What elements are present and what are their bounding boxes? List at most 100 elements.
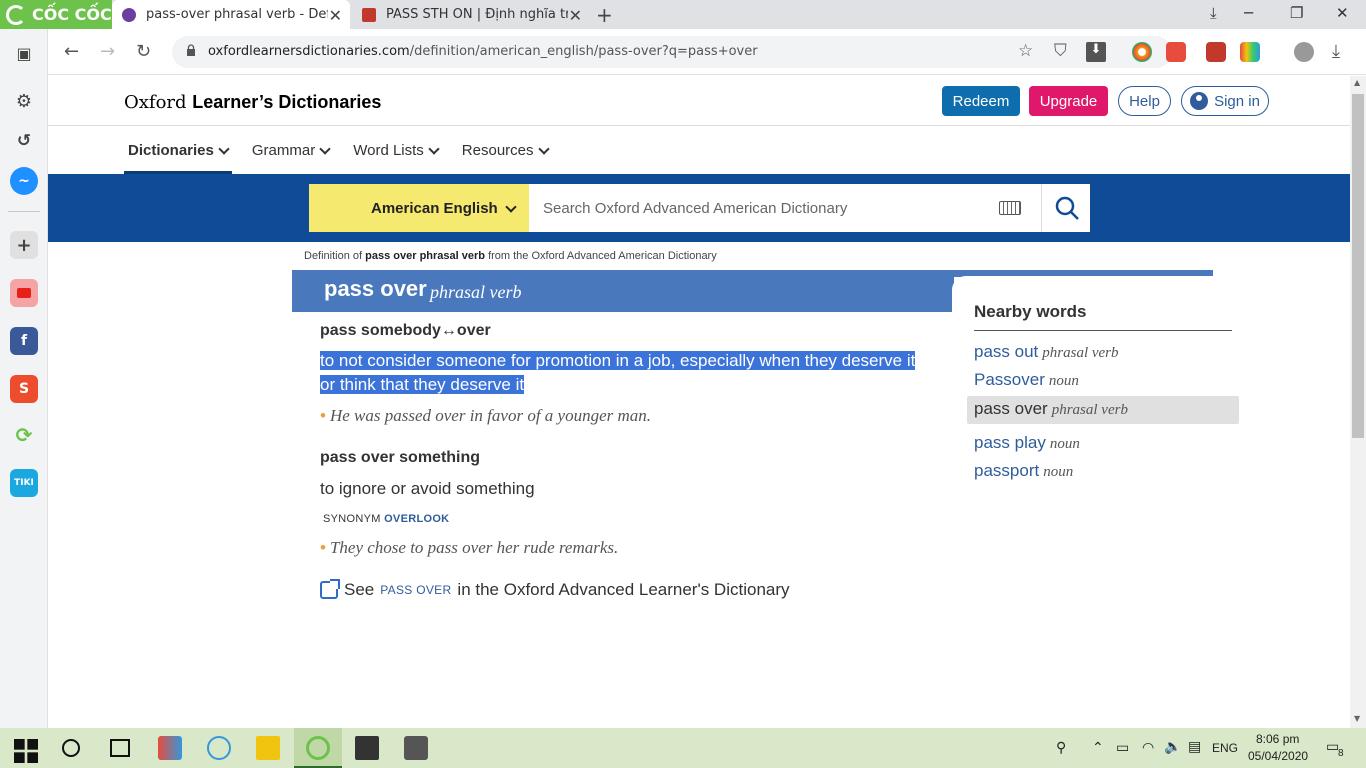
tiki-icon[interactable]: TIKI (10, 469, 38, 497)
download-icon[interactable]: ⤓ (1332, 41, 1340, 62)
scrollbar-thumb[interactable] (1352, 94, 1364, 438)
shield-icon[interactable]: ⛉ (1054, 41, 1067, 61)
example-text: He was passed over in favor of a younger… (329, 406, 652, 425)
url-path: /definition/american_english/pass-over?q… (409, 44, 758, 59)
see-prefix: See (344, 580, 375, 599)
search-circle-icon[interactable] (62, 739, 80, 757)
coccoc-taskbar-icon[interactable] (306, 736, 330, 760)
keyboard-icon[interactable] (999, 201, 1021, 215)
close-window-button[interactable]: ✕ (1336, 4, 1349, 22)
back-arrow-icon[interactable]: ← (64, 41, 79, 62)
keyboard-tray-icon[interactable]: ▤ (1188, 738, 1201, 755)
see-also-link[interactable]: pass over (380, 583, 451, 597)
address-bar-row: ← → ↻ oxfordlearnersdictionaries.com/def… (48, 29, 1366, 75)
history-icon[interactable]: ↺ (10, 127, 38, 155)
search-input[interactable] (529, 184, 969, 232)
minimize-button[interactable]: ─ (1244, 4, 1253, 22)
scroll-up-icon[interactable]: ▲ (1354, 78, 1360, 87)
add-app-icon[interactable]: + (10, 231, 38, 259)
external-link-icon (320, 579, 340, 599)
synonym-link[interactable]: OVERLOOK (384, 513, 449, 525)
cambridge-favicon-icon (362, 7, 376, 22)
nearby-item[interactable]: passport noun (974, 461, 1073, 481)
nav-word-lists[interactable]: Word Lists (349, 136, 442, 174)
sense-1-example: • He was passed over in favor of a younge… (320, 406, 651, 426)
people-icon[interactable]: ⚲ (1056, 739, 1066, 756)
nav-resources[interactable]: Resources (458, 136, 552, 174)
nearby-word: pass play (974, 433, 1046, 452)
upgrade-button[interactable]: Upgrade (1029, 86, 1108, 116)
sign-in-button[interactable]: Sign in (1181, 86, 1269, 116)
example-text: They chose to pass over her rude remarks… (329, 538, 619, 557)
help-button[interactable]: Help (1118, 86, 1171, 116)
profile-avatar[interactable] (1294, 42, 1314, 62)
maximize-button[interactable]: ❐ (1290, 4, 1303, 22)
tab-cambridge[interactable]: PASS STH ON | Định nghĩa tro ✕ (352, 0, 590, 29)
extension-colors-icon[interactable] (1240, 42, 1260, 62)
sticky-notes-icon[interactable] (355, 736, 379, 760)
bookmark-star-icon[interactable]: ☆ (1018, 41, 1033, 61)
volume-icon[interactable]: 🔈 (1164, 738, 1181, 755)
extension-chrome-icon[interactable] (1132, 42, 1152, 62)
battery-icon[interactable]: ▭ (1116, 739, 1129, 756)
close-tab-icon[interactable]: ✕ (569, 6, 582, 25)
facebook-icon[interactable]: f (10, 327, 38, 355)
app-icon[interactable] (207, 736, 231, 760)
redeem-button[interactable]: Redeem (942, 86, 1020, 116)
chevron-down-icon (428, 143, 440, 155)
close-tab-icon[interactable]: ✕ (329, 6, 342, 25)
reload-icon[interactable]: ↻ (136, 41, 151, 62)
headword-pos: phrasal verb (430, 282, 522, 302)
download-bar-icon[interactable]: ⤓ (1210, 4, 1217, 22)
nearby-item-current[interactable]: pass over phrasal verb (967, 396, 1239, 424)
task-view-icon[interactable] (110, 739, 130, 757)
sense-1-definition: to not consider someone for promotion in… (320, 351, 916, 395)
clock-time[interactable]: 8:06 pm (1256, 732, 1299, 746)
app-icon[interactable] (158, 736, 182, 760)
chevron-down-icon (537, 143, 550, 155)
search-button[interactable] (1041, 184, 1090, 232)
url-domain: oxfordlearnersdictionaries.com (208, 44, 410, 59)
oxford-logo[interactable]: Oxford Learner’s Dictionaries (124, 92, 381, 113)
chevron-up-icon[interactable]: ⌃ (1092, 739, 1104, 756)
page-scrollbar[interactable]: ▲ ▼ (1350, 76, 1366, 728)
settings-gear-icon[interactable]: ⚙ (10, 87, 38, 115)
windows-start-icon[interactable] (14, 739, 38, 763)
dictionary-select-label: American English (371, 199, 498, 217)
nearby-item[interactable]: pass play noun (974, 433, 1080, 453)
new-tab-button[interactable]: + (596, 3, 613, 27)
nav-dictionaries[interactable]: Dictionaries (124, 136, 232, 174)
dictionary-select[interactable]: American English (309, 184, 529, 232)
extension-red-icon[interactable] (1206, 42, 1226, 62)
wifi-icon[interactable]: ◠ (1142, 739, 1154, 756)
sense-2-definition: to ignore or avoid something (320, 479, 535, 498)
chevron-down-icon (505, 201, 517, 213)
scroll-down-icon[interactable]: ▼ (1354, 714, 1360, 723)
shopee-icon[interactable]: S (10, 375, 38, 403)
file-explorer-icon[interactable] (256, 736, 280, 760)
nearby-word: pass over (974, 399, 1048, 418)
forward-arrow-icon[interactable]: → (100, 41, 115, 62)
nearby-pos: phrasal verb (1051, 402, 1128, 418)
sense-2-example: • They chose to pass over her rude remark… (320, 538, 618, 558)
def-of-suffix: from the Oxford Advanced American Dictio… (488, 250, 717, 262)
browser-menu-button[interactable]: CỐC CỐC (0, 0, 112, 29)
headword: pass over (324, 276, 427, 301)
coccoc-leaf-icon[interactable]: ⟳ (10, 421, 38, 449)
nearby-pos: phrasal verb (1042, 345, 1119, 361)
url-bar[interactable]: oxfordlearnersdictionaries.com/definitio… (172, 36, 1172, 68)
messenger-icon[interactable]: ~ (10, 167, 38, 195)
youtube-icon[interactable] (10, 279, 38, 307)
app-icon[interactable] (404, 736, 428, 760)
nav-grammar[interactable]: Grammar (248, 136, 333, 174)
search-icon (1055, 196, 1079, 220)
extension-new-icon[interactable] (1166, 42, 1186, 62)
nearby-words-panel: Nearby words pass out phrasal verb Passov… (952, 276, 1242, 506)
nearby-item[interactable]: pass out phrasal verb (974, 342, 1119, 362)
clock-date[interactable]: 05/04/2020 (1248, 749, 1308, 763)
sidebar-toggle-icon[interactable]: ▣ (10, 39, 38, 67)
tab-oxford[interactable]: pass-over phrasal verb - Defi ✕ (112, 0, 350, 29)
nearby-item[interactable]: Passover noun (974, 370, 1079, 390)
download-video-icon[interactable]: ⬇ (1086, 42, 1106, 62)
input-language[interactable]: ENG (1212, 741, 1238, 755)
